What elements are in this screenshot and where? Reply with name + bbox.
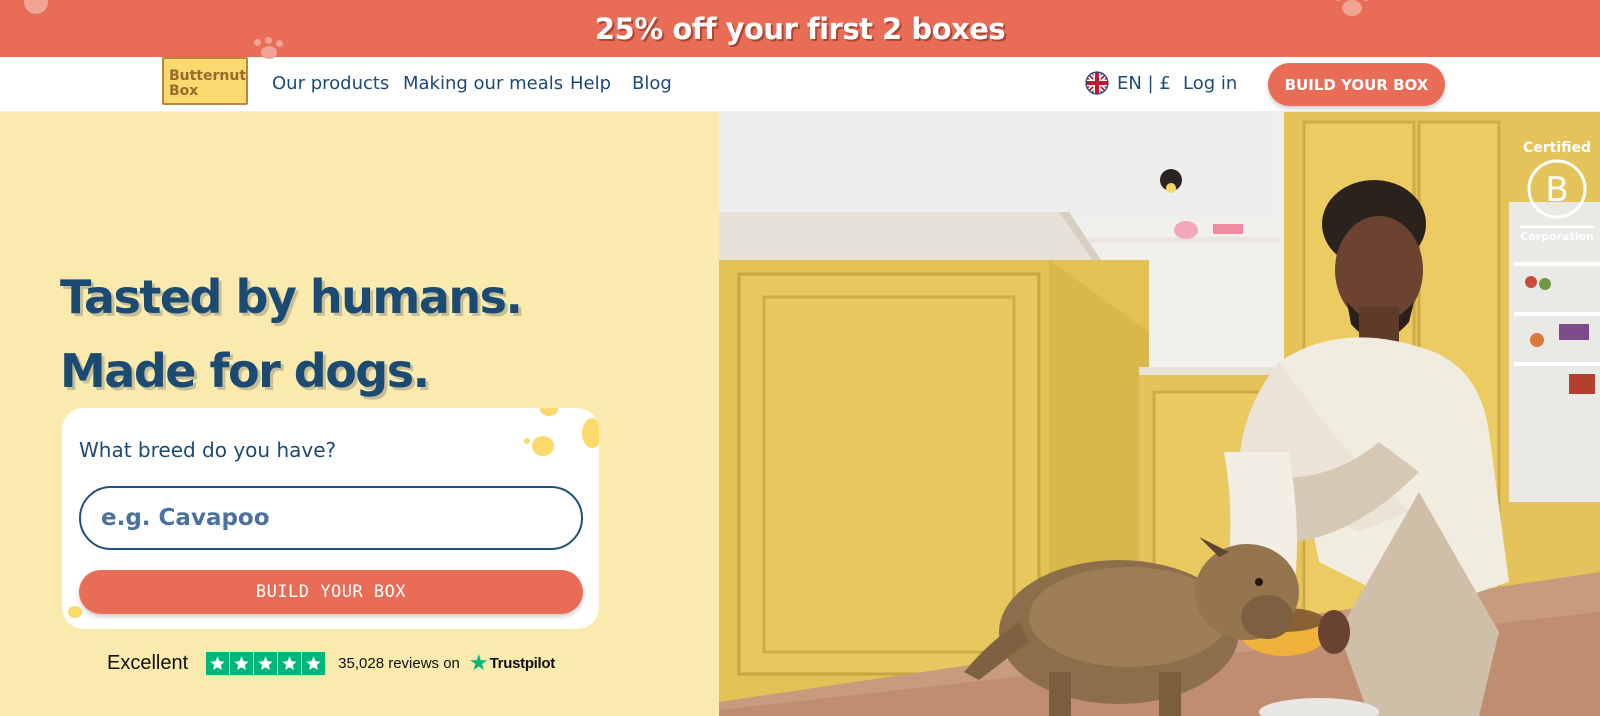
paw-print-icon <box>1332 0 1372 26</box>
trustpilot-logo-star-icon: ★ <box>468 650 489 675</box>
breed-search-card: What breed do you have? BUILD YOUR BOX <box>62 408 599 629</box>
build-your-box-nav-button[interactable]: BUILD YOUR BOX <box>1268 63 1445 106</box>
main-nav: Butternut Box Our products Making our me… <box>0 37 1600 112</box>
login-link[interactable]: Log in <box>1183 73 1237 94</box>
paw-dot-decoration <box>524 438 530 444</box>
star-icon <box>302 651 326 675</box>
hero-left-panel: Tasted by humans. Made for dogs. What br… <box>0 112 719 716</box>
kitchen-scene-illustration <box>719 112 1600 716</box>
language-currency-selector[interactable]: EN | £ <box>1085 71 1171 95</box>
butternut-box-logo[interactable]: Butternut Box <box>162 57 248 105</box>
star-icon <box>278 651 302 675</box>
nav-help[interactable]: Help <box>570 73 611 94</box>
nav-our-products[interactable]: Our products <box>272 73 389 94</box>
promo-text: 25% off your first 2 boxes <box>594 11 1006 46</box>
b-corp-logo-icon: B <box>1527 159 1587 219</box>
bcorp-letter: B <box>1545 170 1568 210</box>
headline-line-1: Tasted by humans. <box>60 270 523 324</box>
nav-blog[interactable]: Blog <box>632 73 672 94</box>
paw-print-icon <box>18 0 54 22</box>
trustpilot-brand: Trustpilot <box>489 654 556 672</box>
uk-flag-icon <box>1085 71 1109 95</box>
paw-dot-decoration <box>68 606 82 618</box>
paw-dot-decoration <box>582 418 599 448</box>
promo-banner: 25% off your first 2 boxes <box>0 0 1600 57</box>
bcorp-top-label: Certified <box>1522 140 1592 156</box>
breed-input[interactable] <box>79 486 583 550</box>
bcorp-bottom-label: Corporation <box>1520 226 1594 243</box>
trustpilot-rating-word: Excellent <box>107 651 189 674</box>
logo-line-1: Butternut <box>169 68 247 84</box>
paw-print-icon <box>252 37 286 67</box>
trustpilot-rating[interactable]: Excellent 35,028 reviews on ★ Trustpilot <box>107 650 555 676</box>
star-icon <box>254 651 278 675</box>
hero-headline: Tasted by humans. Made for dogs. <box>60 260 523 408</box>
headline-line-2: Made for dogs. <box>60 344 430 398</box>
build-your-box-button[interactable]: BUILD YOUR BOX <box>79 570 583 614</box>
trustpilot-review-count: 35,028 reviews on <box>338 654 460 672</box>
star-icon <box>206 651 230 675</box>
hero-photo: Certified B Corporation <box>719 112 1600 716</box>
logo-line-2: Box <box>169 83 199 99</box>
language-currency-label: EN | £ <box>1117 72 1171 94</box>
breed-question: What breed do you have? <box>79 438 337 462</box>
star-icon <box>230 651 254 675</box>
b-corp-badge: Certified B Corporation <box>1520 140 1594 243</box>
paw-dot-decoration <box>532 436 554 456</box>
nav-making-our-meals[interactable]: Making our meals <box>403 73 563 94</box>
trustpilot-stars <box>206 651 326 675</box>
paw-dot-decoration <box>540 408 558 416</box>
